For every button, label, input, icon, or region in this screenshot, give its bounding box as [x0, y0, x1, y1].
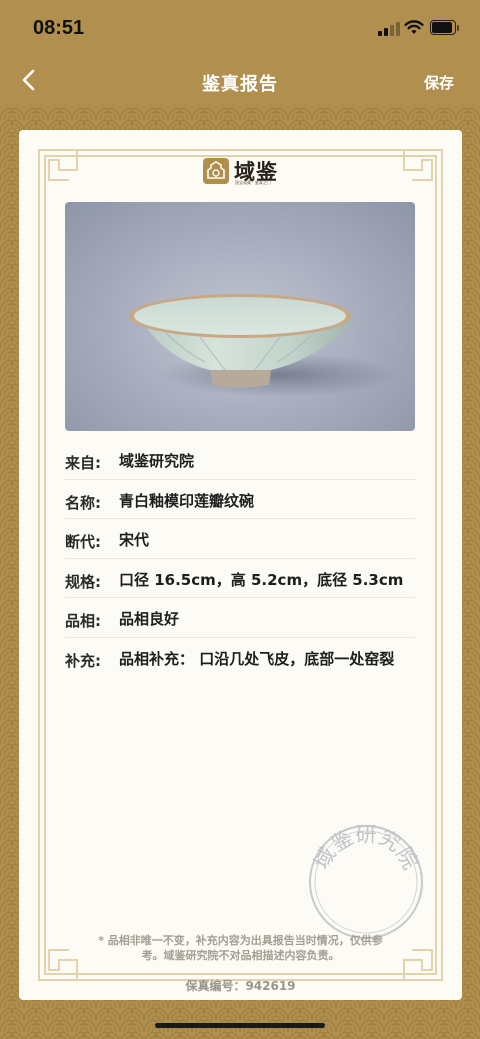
detail-row-source: 来自: 域鉴研究院	[65, 440, 415, 480]
detail-label: 名称:	[65, 493, 101, 512]
status-time: 08:51	[33, 17, 85, 39]
seal-text: 域鉴研究院	[310, 823, 423, 874]
detail-value: 域鉴研究院	[119, 452, 195, 470]
svg-text:域鉴研究院: 域鉴研究院	[310, 823, 423, 874]
item-photo	[65, 202, 415, 431]
page-title: 鉴真报告	[202, 74, 278, 95]
status-bar: 08:51	[0, 0, 480, 56]
detail-row-size: 规格: 口径 16.5cm，高 5.2cm，底径 5.3cm	[65, 559, 415, 598]
detail-row-supplement: 补充: 品相补充： 口沿几处飞皮，底部一处窑裂	[65, 638, 415, 678]
wifi-icon	[404, 20, 424, 34]
detail-value: 品相良好	[119, 610, 180, 628]
detail-value: 青白釉模印莲瓣纹碗	[119, 491, 255, 510]
nav-bar: 鉴真报告 保存	[0, 56, 480, 108]
battery-icon	[430, 20, 460, 36]
disclaimer-line-1: * 品相非唯一不变，补充内容为出具报告当时情况，仅供参	[98, 934, 383, 947]
disclaimer-note: * 品相非唯一不变，补充内容为出具报告当时情况，仅供参 考。域鉴研究院不对品相描…	[79, 933, 402, 963]
home-indicator[interactable]	[155, 1023, 325, 1028]
detail-label: 断代:	[65, 533, 101, 551]
detail-value: 宋代	[119, 531, 150, 549]
institute-seal: 域鉴研究院	[309, 823, 423, 939]
brand-logo: 域鉴 国宝收藏 · 鉴真之门	[203, 158, 283, 190]
serial-number: 保真编号：942619	[185, 979, 296, 993]
detail-row-name: 名称: 青白釉模印莲瓣纹碗	[65, 480, 415, 519]
logo-mark-icon	[203, 158, 229, 184]
disclaimer-line-2: 考。域鉴研究院不对品相描述内容负责。	[141, 949, 340, 962]
detail-label: 品相:	[65, 612, 101, 630]
detail-label: 来自:	[65, 454, 101, 472]
save-button[interactable]: 保存	[424, 72, 454, 93]
brand-tagline: 国宝收藏 · 鉴真之门	[235, 180, 271, 185]
detail-list: 来自: 域鉴研究院 名称: 青白釉模印莲瓣纹碗 断代: 宋代 规格: 口径 16…	[65, 440, 415, 677]
cellular-signal-icon	[378, 22, 400, 36]
detail-value: 品相补充： 口沿几处飞皮，底部一处窑裂	[119, 649, 395, 668]
app-header: 08:51 鉴真报告 保存	[0, 0, 480, 108]
detail-label: 补充:	[65, 651, 101, 670]
detail-row-condition: 品相: 品相良好	[65, 598, 415, 638]
certificate-card: 域鉴 国宝收藏 · 鉴真之门 来自: 域鉴研究院 名称: 青白釉模印莲瓣纹碗 断…	[19, 130, 462, 1000]
detail-row-dynasty: 断代: 宋代	[65, 519, 415, 559]
detail-label: 规格:	[65, 572, 101, 591]
detail-value: 口径 16.5cm，高 5.2cm，底径 5.3cm	[119, 570, 404, 589]
